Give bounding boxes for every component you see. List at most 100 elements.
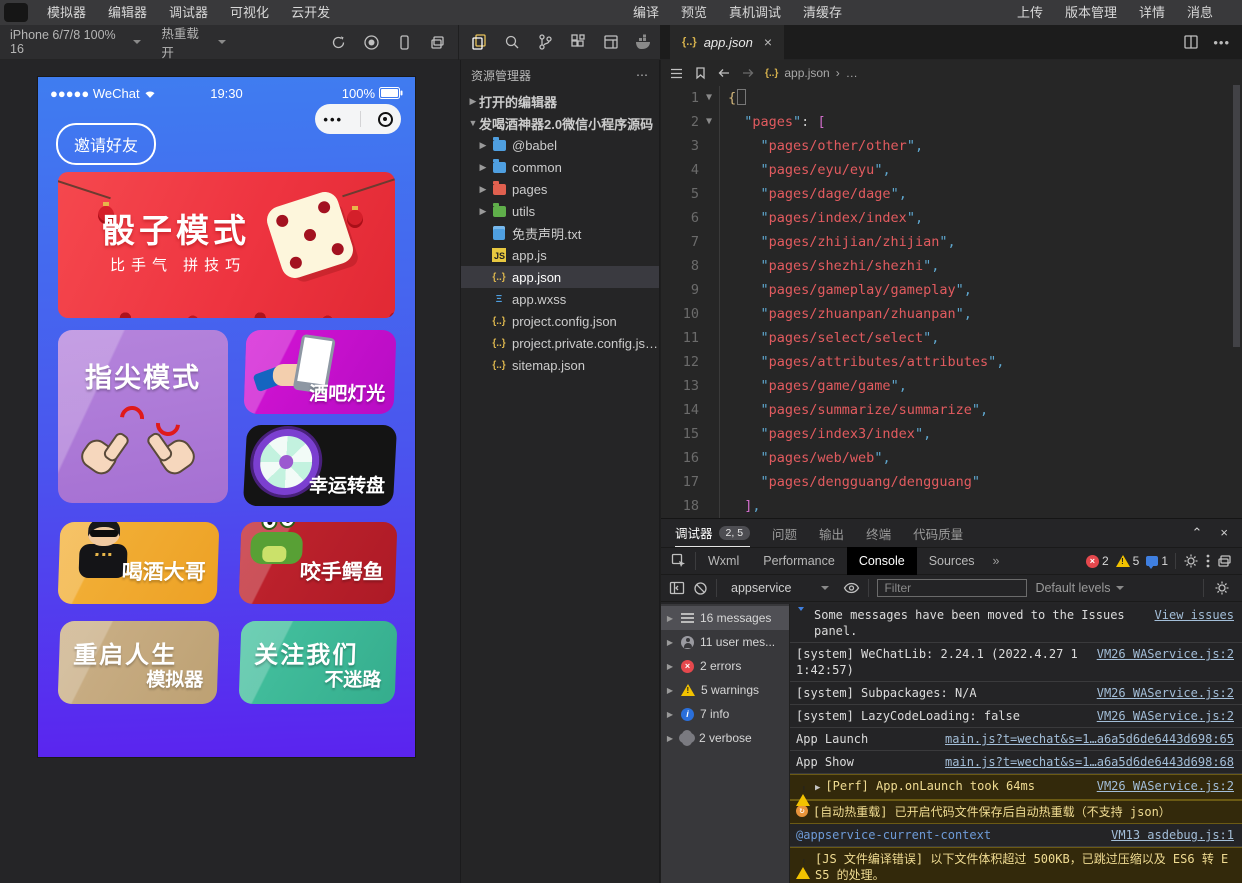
console-log-row[interactable]: App Launchmain.js?t=wechat&s=1…a6a5d6de6…: [790, 728, 1242, 751]
restart-life-card[interactable]: 重启人生 模拟器: [58, 621, 220, 704]
console-filter-error[interactable]: ▶×2 errors: [661, 654, 789, 678]
console-source-link[interactable]: main.js?t=wechat&s=1…a6a5d6de6443d698:65: [945, 731, 1234, 747]
tree-item-pages[interactable]: ▶pages: [461, 178, 659, 200]
warning-count[interactable]: 5: [1116, 554, 1140, 568]
more-dots-icon[interactable]: •••: [323, 112, 343, 127]
console-filter-user[interactable]: ▶11 user mes...: [661, 630, 789, 654]
console-filter-info[interactable]: ▶i7 info: [661, 702, 789, 726]
menu-item-right[interactable]: 版本管理: [1054, 0, 1128, 25]
tree-section[interactable]: ▼发喝酒神器2.0微信小程序源码: [461, 112, 659, 134]
outline-icon[interactable]: [669, 67, 684, 80]
tree-item-app.js[interactable]: JSapp.js: [461, 244, 659, 266]
tab-overflow-chevron[interactable]: »: [987, 554, 1006, 568]
panel-tab-代码质量[interactable]: 代码质量: [913, 519, 963, 547]
lucky-wheel-card[interactable]: 幸运转盘: [243, 425, 397, 506]
tree-item-project.config.json[interactable]: {..}project.config.json: [461, 310, 659, 332]
kebab-menu-icon[interactable]: [1206, 554, 1210, 568]
devtools-tab-console[interactable]: Console: [847, 547, 917, 575]
console-log-row[interactable]: [system] WeChatLib: 2.24.1 (2022.4.27 11…: [790, 643, 1242, 682]
log-levels-selector[interactable]: Default levels: [1035, 581, 1123, 595]
panel-tab-问题[interactable]: 问题: [772, 519, 797, 547]
console-log-row[interactable]: App Showmain.js?t=wechat&s=1…a6a5d6de644…: [790, 751, 1242, 774]
menu-item-center[interactable]: 编译: [622, 0, 670, 25]
devtools-tab-wxml[interactable]: Wxml: [696, 547, 751, 575]
dice-mode-banner[interactable]: 骰子模式 比手气 拼技巧: [58, 172, 395, 318]
expand-caret-icon[interactable]: ▶: [815, 778, 820, 796]
menu-item-left[interactable]: 模拟器: [36, 0, 97, 25]
record-button[interactable]: [355, 25, 388, 60]
hot-reload-selector[interactable]: 热重载 开: [151, 23, 235, 61]
extensions-button[interactable]: [561, 25, 594, 60]
console-filter-warning[interactable]: ▶5 warnings: [661, 678, 789, 702]
code-area[interactable]: 1▼{2▼ "pages": [3 "pages/other/other",4 …: [661, 86, 1242, 518]
editor-more-icon[interactable]: •••: [1213, 35, 1230, 50]
tree-section[interactable]: ▶打开的编辑器: [461, 90, 659, 112]
capsule-menu[interactable]: •••: [315, 104, 401, 134]
menu-item-left[interactable]: 调试器: [158, 0, 219, 25]
search-activity-button[interactable]: [496, 25, 529, 60]
panel-tab-调试器[interactable]: 调试器2, 5: [675, 519, 750, 547]
filter-input[interactable]: Filter: [877, 579, 1027, 597]
biting-crocodile-card[interactable]: 咬手鳄鱼: [239, 522, 398, 604]
source-control-button[interactable]: [529, 25, 562, 60]
invite-friends-button[interactable]: 邀请好友: [56, 123, 156, 165]
explorer-more-icon[interactable]: ⋯: [636, 68, 649, 82]
fold-icon[interactable]: ▼: [699, 86, 719, 110]
menu-item-right[interactable]: 消息: [1176, 0, 1224, 25]
console-log-row[interactable]: Some messages have been moved to the Iss…: [790, 604, 1242, 643]
console-source-link[interactable]: View issues: [1155, 607, 1234, 623]
refresh-button[interactable]: [323, 25, 356, 60]
context-selector[interactable]: appservice: [725, 581, 835, 595]
tree-item-app.json[interactable]: {..}app.json: [461, 266, 659, 288]
console-source-link[interactable]: VM26 WAService.js:2: [1097, 708, 1234, 724]
console-sidebar-icon[interactable]: [669, 581, 685, 595]
tree-item-project.private.config.js-[interactable]: {..}project.private.config.js…: [461, 332, 659, 354]
explorer-activity-button[interactable]: [463, 25, 496, 60]
menu-item-left[interactable]: 编辑器: [97, 0, 158, 25]
bookmark-icon[interactable]: [694, 66, 707, 80]
console-source-link[interactable]: VM26 WAService.js:2: [1097, 685, 1234, 701]
close-panel-icon[interactable]: ×: [1220, 525, 1228, 541]
tree-item-@babel[interactable]: ▶@babel: [461, 134, 659, 156]
console-settings-gear-icon[interactable]: [1214, 580, 1230, 596]
tab-appjson[interactable]: {..} app.json ×: [670, 25, 784, 60]
inspect-icon[interactable]: [671, 553, 687, 569]
menu-item-center[interactable]: 清缓存: [792, 0, 853, 25]
settings-gear-icon[interactable]: [1183, 553, 1199, 569]
devtools-tab-sources[interactable]: Sources: [917, 547, 987, 575]
collapse-panel-icon[interactable]: ⌃: [1192, 525, 1203, 541]
follow-us-card[interactable]: 关注我们 不迷路: [239, 621, 398, 704]
menu-item-left[interactable]: 云开发: [280, 0, 341, 25]
console-log-row[interactable]: [system] LazyCodeLoading: falseVM26 WASe…: [790, 705, 1242, 728]
docker-button[interactable]: [627, 25, 660, 60]
forward-arrow-icon[interactable]: [741, 67, 755, 79]
close-target-icon[interactable]: [378, 112, 393, 127]
menu-item-right[interactable]: 详情: [1128, 0, 1176, 25]
fold-icon[interactable]: ▼: [699, 110, 719, 134]
menu-item-left[interactable]: 可视化: [219, 0, 280, 25]
console-filter-list[interactable]: ▶16 messages: [661, 606, 789, 630]
clear-console-icon[interactable]: [693, 581, 708, 596]
console-source-link[interactable]: VM13 asdebug.js:1: [1111, 827, 1234, 843]
split-editor-icon[interactable]: [1183, 34, 1199, 50]
console-source-link[interactable]: VM26 WAService.js:2: [1097, 646, 1234, 662]
panel-tab-输出[interactable]: 输出: [819, 519, 844, 547]
menu-item-center[interactable]: 预览: [670, 0, 718, 25]
multi-window-button[interactable]: [421, 25, 454, 60]
breadcrumb[interactable]: {..} app.json › …: [765, 66, 858, 80]
menu-item-center[interactable]: 真机调试: [718, 0, 792, 25]
console-log-row[interactable]: [system] Subpackages: N/AVM26 WAService.…: [790, 682, 1242, 705]
tab-close-icon[interactable]: ×: [764, 34, 772, 50]
console-filter-verbose[interactable]: ▶2 verbose: [661, 726, 789, 750]
devtools-tab-performance[interactable]: Performance: [751, 547, 847, 575]
console-source-link[interactable]: main.js?t=wechat&s=1…a6a5d6de6443d698:68: [945, 754, 1234, 770]
tree-item-sitemap.json[interactable]: {..}sitemap.json: [461, 354, 659, 376]
console-warning-row[interactable]: ▶[Perf] App.onLaunch took 64msVM26 WASer…: [790, 774, 1242, 800]
message-count[interactable]: 1: [1146, 554, 1168, 568]
fingertip-mode-card[interactable]: 指尖模式: [58, 330, 228, 503]
drinking-brother-card[interactable]: 喝酒大哥: [58, 522, 220, 604]
tree-item-utils[interactable]: ▶utils: [461, 200, 659, 222]
menu-item-right[interactable]: 上传: [1006, 0, 1054, 25]
device-selector[interactable]: iPhone 6/7/8 100% 16: [0, 28, 151, 56]
popout-icon[interactable]: [1217, 554, 1232, 568]
